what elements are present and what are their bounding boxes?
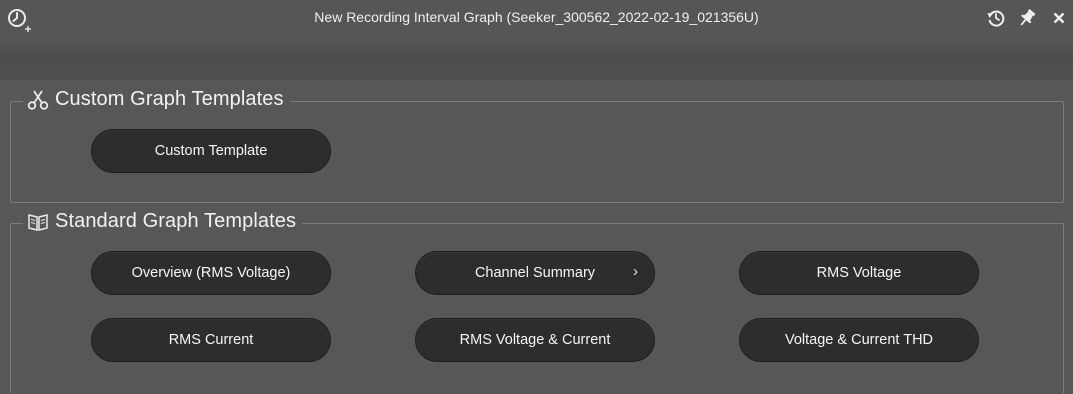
scissors-icon: [27, 90, 49, 110]
title-bar: New Recording Interval Graph (Seeker_300…: [0, 0, 1073, 36]
standard-templates-section: Standard Graph Templates Overview (RMS V…: [10, 210, 1064, 394]
channel-summary-label: Channel Summary: [474, 265, 596, 281]
voltage-current-thd-button[interactable]: Voltage & Current THD: [739, 318, 979, 362]
rms-current-button[interactable]: RMS Current: [91, 318, 331, 362]
rms-voltage-button[interactable]: RMS Voltage: [739, 251, 979, 295]
chevron-right-icon: ›: [633, 263, 638, 280]
close-icon[interactable]: [1049, 8, 1069, 28]
standard-templates-title: Standard Graph Templates: [55, 210, 297, 232]
custom-template-button[interactable]: Custom Template: [91, 129, 331, 173]
toolbar-band: [0, 36, 1073, 80]
custom-templates-header: Custom Graph Templates: [23, 88, 290, 111]
standard-templates-header: Standard Graph Templates: [23, 210, 303, 233]
channel-summary-button[interactable]: Channel Summary ›: [415, 251, 655, 295]
book-icon: [28, 213, 48, 231]
overview-rms-voltage-button[interactable]: Overview (RMS Voltage): [91, 251, 331, 295]
custom-templates-section: Custom Graph Templates Custom Template: [10, 88, 1064, 203]
history-icon[interactable]: [986, 8, 1006, 28]
pin-icon[interactable]: [1017, 8, 1037, 28]
rms-voltage-current-button[interactable]: RMS Voltage & Current: [415, 318, 655, 362]
window-title: New Recording Interval Graph (Seeker_300…: [314, 9, 759, 25]
custom-templates-title: Custom Graph Templates: [55, 88, 284, 110]
